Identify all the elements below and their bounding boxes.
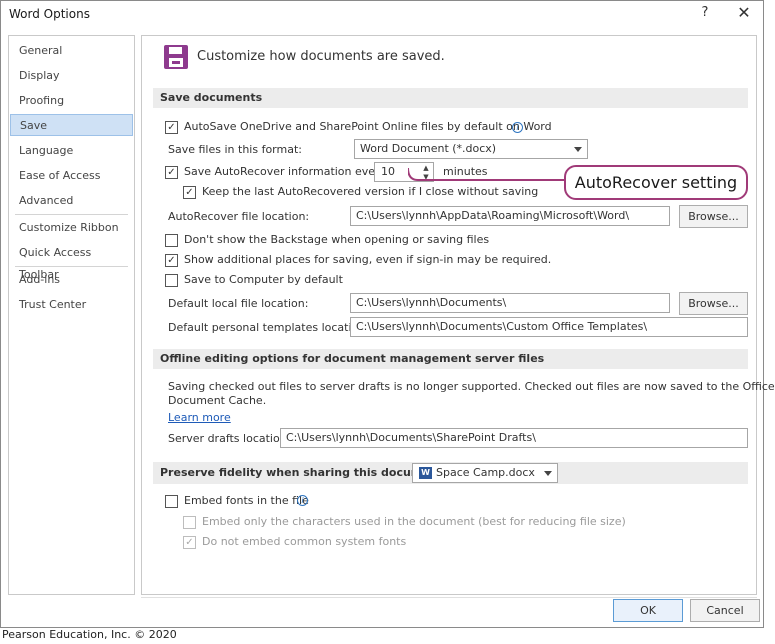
templates-location-field[interactable]: C:\Users\lynnh\Documents\Custom Office T…: [350, 317, 748, 337]
additional-places-checkbox[interactable]: ✓: [165, 254, 178, 267]
fidelity-document-value: Space Camp.docx: [436, 466, 535, 479]
section-offline-editing: Offline editing options for document man…: [153, 349, 748, 369]
options-sidebar: General Display Proofing Save Language E…: [8, 35, 135, 595]
sidebar-item-proofing[interactable]: Proofing: [10, 90, 133, 112]
local-location-field[interactable]: C:\Users\lynnh\Documents\: [350, 293, 670, 313]
keep-last-checkbox[interactable]: ✓: [183, 186, 196, 199]
sidebar-item-ease-of-access[interactable]: Ease of Access: [10, 165, 133, 187]
autorecover-checkbox[interactable]: ✓: [165, 166, 178, 179]
format-dropdown[interactable]: Word Document (*.docx): [354, 139, 588, 159]
sidebar-divider: [15, 214, 128, 215]
dialog-title: Word Options: [9, 7, 90, 21]
embed-fonts-label: Embed fonts in the file: [184, 494, 309, 507]
section-save-documents: Save documents: [153, 88, 748, 108]
autorecover-label: Save AutoRecover information every: [184, 165, 387, 178]
info-icon[interactable]: i: [512, 122, 523, 133]
sidebar-item-general[interactable]: General: [10, 40, 133, 62]
offline-text-line1: Saving checked out files to server draft…: [168, 380, 775, 393]
embed-only-checkbox[interactable]: [183, 516, 196, 529]
no-common-fonts-label: Do not embed common system fonts: [202, 535, 407, 548]
additional-places-label: Show additional places for saving, even …: [184, 253, 552, 266]
save-icon: [164, 45, 188, 69]
autorecover-location-label: AutoRecover file location:: [168, 210, 310, 223]
learn-more-link[interactable]: Learn more: [168, 411, 231, 424]
save-to-computer-checkbox[interactable]: [165, 274, 178, 287]
sidebar-item-quick-access-toolbar[interactable]: Quick Access Toolbar: [10, 242, 133, 281]
save-to-computer-label: Save to Computer by default: [184, 273, 343, 286]
autosave-label: AutoSave OneDrive and SharePoint Online …: [184, 120, 552, 133]
autorecover-callout: AutoRecover setting: [564, 165, 748, 200]
browse-local-button[interactable]: Browse...: [679, 292, 748, 315]
fidelity-title: Preserve fidelity when sharing this docu…: [160, 466, 448, 479]
chevron-down-icon: [544, 471, 552, 476]
sidebar-item-trust-center[interactable]: Trust Center: [10, 294, 133, 316]
footer-divider: [141, 597, 757, 598]
no-common-fonts-checkbox[interactable]: ✓: [183, 536, 196, 549]
word-document-icon: W: [419, 467, 432, 479]
templates-location-label: Default personal templates location:: [168, 321, 369, 334]
ok-button[interactable]: OK: [613, 599, 683, 622]
embed-fonts-checkbox[interactable]: [165, 495, 178, 508]
cancel-button[interactable]: Cancel: [690, 599, 760, 622]
close-button[interactable]: ✕: [735, 3, 753, 23]
autorecover-minutes-value: 10: [381, 165, 395, 178]
sidebar-divider: [15, 266, 128, 267]
embed-only-label: Embed only the characters used in the do…: [202, 515, 626, 528]
copyright-credit: Pearson Education, Inc. © 2020: [2, 628, 177, 641]
callout-connector: [408, 167, 564, 181]
browse-autorecover-button[interactable]: Browse...: [679, 205, 748, 228]
sidebar-item-customize-ribbon[interactable]: Customize Ribbon: [10, 217, 133, 239]
format-label: Save files in this format:: [168, 143, 302, 156]
sidebar-item-add-ins[interactable]: Add-ins: [10, 269, 133, 291]
offline-text-line2: Document Cache.: [168, 394, 267, 407]
sidebar-item-advanced[interactable]: Advanced: [10, 190, 133, 212]
backstage-checkbox[interactable]: [165, 234, 178, 247]
format-value: Word Document (*.docx): [360, 142, 497, 155]
page-heading: Customize how documents are saved.: [197, 49, 445, 64]
fidelity-document-dropdown[interactable]: W Space Camp.docx: [412, 463, 558, 483]
help-button[interactable]: ?: [697, 5, 713, 23]
autorecover-location-field[interactable]: C:\Users\lynnh\AppData\Roaming\Microsoft…: [350, 206, 670, 226]
word-options-dialog: Word Options ? ✕ General Display Proofin…: [0, 0, 775, 628]
options-content: Customize how documents are saved. Save …: [141, 35, 775, 595]
chevron-down-icon: [574, 147, 582, 152]
info-icon[interactable]: i: [297, 495, 308, 506]
sidebar-item-language[interactable]: Language: [10, 140, 133, 162]
sidebar-item-save[interactable]: Save: [10, 114, 133, 136]
drafts-location-label: Server drafts location:: [168, 432, 291, 445]
local-location-label: Default local file location:: [168, 297, 309, 310]
backstage-label: Don't show the Backstage when opening or…: [184, 233, 490, 246]
sidebar-item-display[interactable]: Display: [10, 65, 133, 87]
drafts-location-field[interactable]: C:\Users\lynnh\Documents\SharePoint Draf…: [280, 428, 748, 448]
autosave-checkbox[interactable]: ✓: [165, 121, 178, 134]
